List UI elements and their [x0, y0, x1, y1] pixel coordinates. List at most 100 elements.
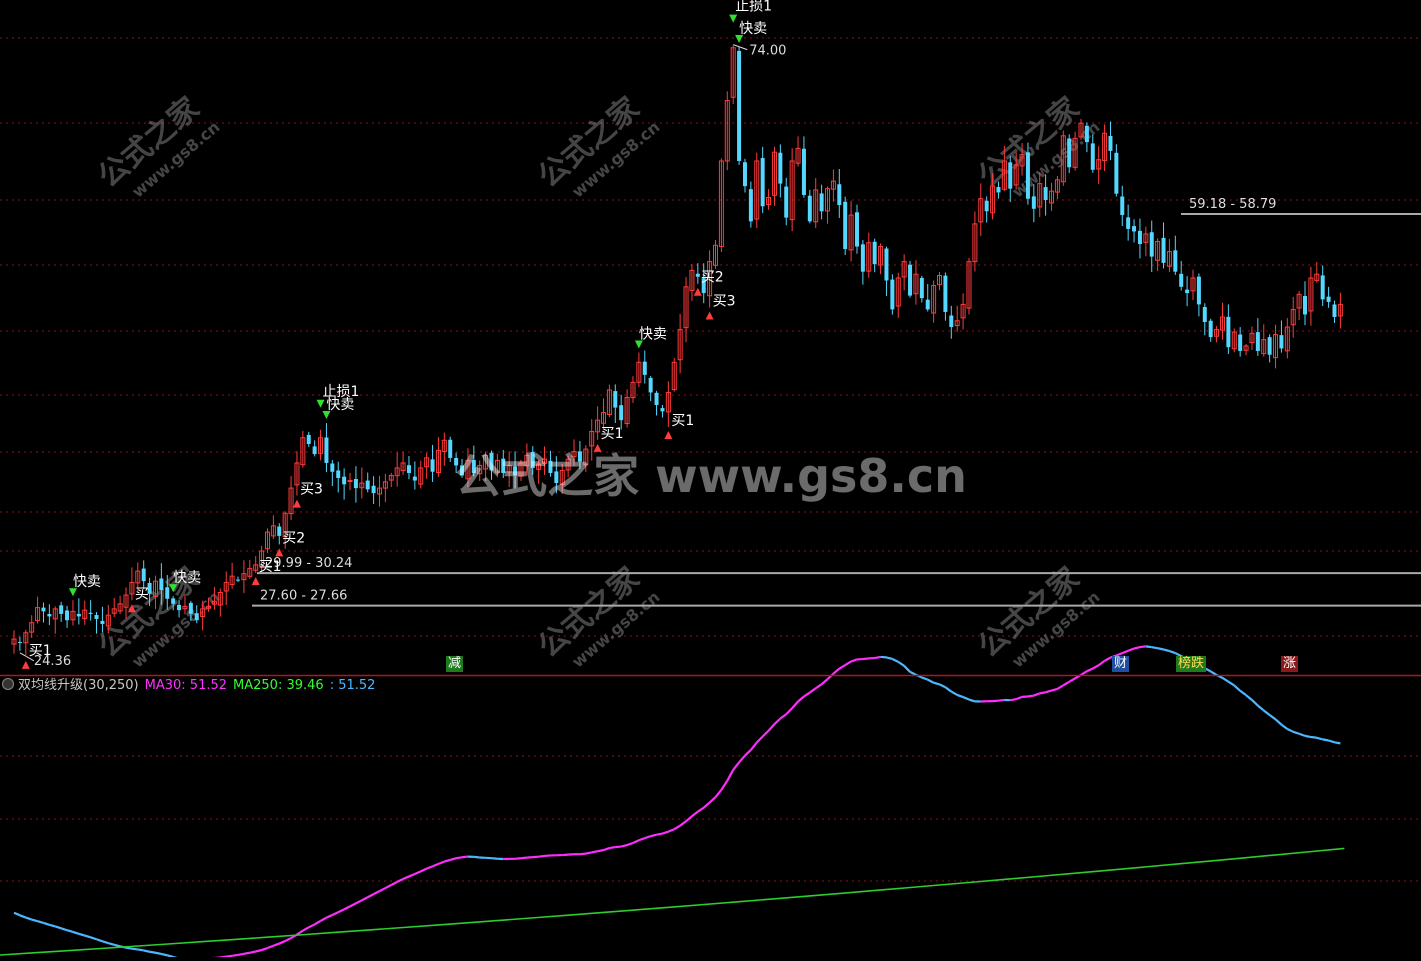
ma30-segment [14, 913, 20, 916]
candle-body [749, 189, 753, 221]
buy-signal-label: 买1 [601, 426, 624, 442]
ma30-segment [851, 659, 857, 661]
ma30-segment [55, 926, 61, 928]
ma30-segment [1222, 678, 1228, 682]
candle-body [649, 378, 653, 393]
candle-body [324, 437, 328, 462]
buy-signal-label: 买1 [29, 643, 52, 659]
candle-body [307, 435, 311, 444]
candle-body [1179, 274, 1183, 287]
stop-arrow-icon [729, 15, 737, 23]
ma30-segment [674, 826, 680, 830]
ma30-segment [279, 941, 285, 944]
ma30-segment [391, 882, 397, 885]
ma30-segment [444, 860, 450, 862]
candle-body [59, 605, 63, 614]
ma30-segment [1093, 665, 1099, 668]
candle-body [1132, 226, 1136, 231]
ma30-segment [144, 950, 150, 951]
candle-body [1138, 231, 1142, 244]
ma30-segment [627, 843, 633, 845]
chart-svg: 公式之家www.gs8.cn公式之家www.gs8.cn公式之家www.gs8.… [0, 0, 1421, 957]
candle-body [342, 477, 346, 485]
ma30-segment [1146, 646, 1152, 647]
ma30-segment [385, 885, 391, 888]
ma30-segment [721, 781, 727, 790]
ma30-segment [132, 949, 138, 950]
ma30-segment [409, 874, 415, 876]
ma30-segment [727, 770, 733, 781]
ma30-segment [344, 906, 350, 909]
ma30-segment [427, 866, 433, 868]
flag-cai[interactable]: 财 [1112, 656, 1129, 672]
buy-arrow-icon [252, 577, 260, 585]
ma30-segment [1334, 742, 1340, 743]
ma30-segment [592, 851, 598, 852]
ma30-segment [963, 697, 969, 699]
indicator-toggle-icon[interactable] [2, 678, 14, 690]
ma30-segment [940, 684, 946, 687]
ma30-segment [1211, 671, 1217, 675]
ma30-segment [374, 891, 380, 894]
ma30-segment [1246, 695, 1252, 700]
ma30-value: MA30: 51.52 [145, 678, 227, 693]
ma30-segment [138, 949, 144, 950]
ma30-segment [403, 876, 409, 879]
ma30-segment [114, 945, 120, 947]
candle-body [743, 162, 747, 186]
ma30-segment [828, 674, 834, 680]
flag-jian[interactable]: 减 [446, 656, 463, 672]
candle-body [1209, 321, 1213, 337]
ma30-segment [739, 756, 745, 763]
ma250-value: MA250: 39.46 [233, 678, 324, 693]
ma30-segment [1140, 646, 1146, 647]
ma30-segment [928, 680, 934, 683]
candle-body [873, 242, 877, 264]
ma30-segment [1052, 689, 1058, 691]
candle-body [177, 605, 181, 610]
ma30-segment [1105, 658, 1111, 661]
candle-body [313, 446, 317, 454]
watermark-tile: 公式之家www.gs8.cn [532, 558, 664, 682]
stop-signal-label: 止损1 [735, 0, 772, 15]
ma30-segment [1016, 697, 1022, 699]
ma30-segment [822, 679, 828, 684]
ma30-segment [1034, 693, 1040, 695]
level-label: 59.18 - 58.79 [1189, 197, 1276, 212]
candle-body [643, 362, 647, 375]
ma30-segment [1099, 661, 1105, 665]
ma30-segment [845, 661, 851, 665]
ma30-segment [38, 921, 44, 923]
buy-signal-label: 买3 [713, 293, 736, 309]
ma30-segment [680, 821, 686, 825]
candle-body [1067, 138, 1071, 167]
candle-body [366, 481, 370, 490]
ma30-segment [898, 662, 904, 666]
ma30-segment [379, 888, 385, 891]
flag-bangdie[interactable]: 榜跌 [1176, 656, 1206, 672]
candle-body [820, 193, 824, 211]
ma30-segment [945, 687, 951, 691]
ma30-segment [244, 953, 250, 954]
candle-body [65, 610, 69, 620]
ma30-segment [1299, 734, 1305, 736]
candle-body [778, 153, 782, 184]
candle-body [348, 481, 352, 482]
ma30-segment [1046, 691, 1052, 693]
ma30-segment [515, 858, 521, 859]
candle-body [431, 459, 435, 471]
candle-body [996, 187, 1000, 192]
ma30-segment [32, 920, 38, 922]
ma30-segment [232, 955, 238, 956]
ma30-segment [350, 903, 356, 906]
ma30-segment [256, 950, 262, 951]
candle-body [1026, 152, 1030, 198]
ma30-segment [745, 750, 751, 756]
ma30-segment [833, 669, 839, 674]
ma30-segment [97, 939, 103, 941]
flag-zhang[interactable]: 涨 [1281, 656, 1298, 672]
ma30-segment [1063, 682, 1069, 686]
ma30-segment [1057, 685, 1063, 689]
ma30-segment [957, 695, 963, 697]
ma30-segment [769, 724, 775, 731]
